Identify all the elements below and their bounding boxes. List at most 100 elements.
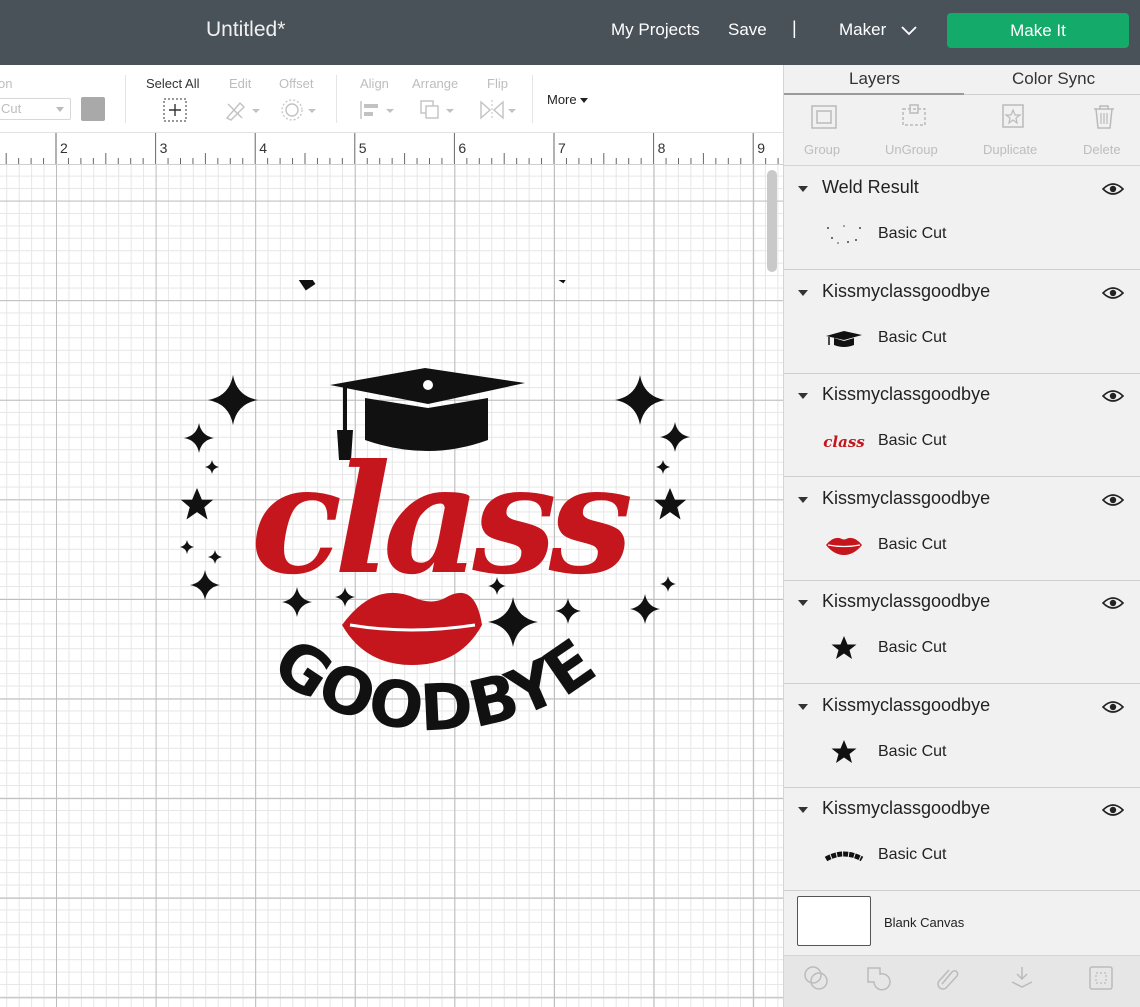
active-tab-indicator [784,93,964,95]
lips-icon [342,592,482,665]
duplicate-label: Duplicate [983,142,1038,157]
group-icon[interactable] [809,103,839,131]
kiss-my-class-goodbye-design[interactable]: KISS MY class GOODBYE [170,280,700,750]
horizontal-ruler: 2 3 4 5 6 7 8 9 [0,133,783,165]
layer-name[interactable]: Weld Result [822,177,919,198]
ruler-ticks: 2 3 4 5 6 7 8 9 [5,133,779,164]
canvas-scrollbar[interactable] [767,170,777,272]
make-it-button[interactable]: Make It [947,13,1129,48]
expand-caret-icon[interactable] [798,807,808,813]
layer-operation: Basic Cut [878,846,947,863]
align-icon[interactable] [358,98,396,122]
trash-icon[interactable] [1089,103,1119,131]
toolbar-divider [125,75,126,123]
class-script-text: class [251,432,631,608]
lips-thumb [820,529,868,561]
offset-label: Offset [279,76,314,91]
blank-canvas-label: Blank Canvas [884,915,965,930]
flatten-icon[interactable] [1008,964,1036,992]
flip-label: Flip [487,76,508,91]
operation-label: on [0,76,13,91]
layer-row[interactable]: Kissmyclassgoodbye Basic Cut [784,270,1140,374]
visibility-eye-icon[interactable] [1102,803,1124,817]
attach-icon[interactable] [934,964,962,992]
star-thumb [820,632,868,664]
my-projects-link[interactable]: My Projects [611,20,700,40]
group-label: Group [804,142,841,157]
layer-operation: Basic Cut [878,328,947,346]
visibility-eye-icon[interactable] [1102,493,1124,507]
flip-icon[interactable] [478,98,518,122]
chevron-down-icon[interactable] [899,22,919,38]
visibility-eye-icon[interactable] [1102,286,1124,300]
class-thumb: class [820,425,868,457]
offset-icon[interactable] [280,98,318,122]
visibility-eye-icon[interactable] [1102,700,1124,714]
layer-row[interactable]: Kissmyclassgoodbye Basic Cut [784,580,1140,684]
ruler-label: 3 [160,140,168,156]
ruler-label: 7 [558,140,566,156]
delete-label: Delete [1083,142,1121,157]
layers-panel: Layers Color Sync Group UnGroup Duplicat… [783,65,1140,1007]
align-label: Align [360,76,389,91]
visibility-eye-icon[interactable] [1102,596,1124,610]
toolbar-divider [336,75,337,123]
layer-operation: Basic Cut [878,432,947,449]
dropdown-arrow-icon [56,107,64,112]
edit-icon[interactable] [224,98,262,122]
expand-caret-icon[interactable] [798,600,808,606]
layer-name[interactable]: Kissmyclassgoodbye [822,488,990,509]
arrange-label: Arrange [412,76,459,91]
layer-name[interactable]: Kissmyclassgoodbye [822,591,990,612]
contour-icon[interactable] [1087,964,1115,992]
blank-canvas-swatch[interactable] [797,896,871,946]
top-arc-text: KISS MY [269,280,612,306]
panel-tabs: Layers Color Sync [784,65,1140,95]
expand-caret-icon[interactable] [798,496,808,503]
svg-text:class: class [823,433,865,451]
project-title[interactable]: Untitled* [206,18,285,42]
visibility-eye-icon[interactable] [1102,389,1124,403]
ruler-label: 8 [658,140,666,156]
machine-select[interactable]: Maker [839,20,886,40]
tab-color-sync[interactable]: Color Sync [1012,69,1095,89]
operation-select[interactable]: Cut [0,98,71,120]
ungroup-icon[interactable] [899,103,929,131]
expand-caret-icon[interactable] [798,289,808,296]
duplicate-icon[interactable] [999,103,1029,131]
layer-name[interactable]: Kissmyclassgoodbye [822,798,990,819]
slice-icon[interactable] [802,964,830,992]
more-button[interactable]: More [547,92,588,107]
header-separator: | [792,18,797,38]
layer-name[interactable]: Kissmyclassgoodbye [822,695,990,716]
layer-name[interactable]: Kissmyclassgoodbye [822,281,990,302]
kissmy-thumb [820,839,868,871]
layer-row[interactable]: Kissmyclassgoodbye Basic Cut [784,684,1140,788]
expand-caret-icon[interactable] [798,186,808,192]
expand-caret-icon[interactable] [798,703,808,710]
layer-row[interactable]: Kissmyclassgoodbye class Basic Cut [784,373,1140,477]
arrange-icon[interactable] [418,98,456,122]
layer-operation: Basic Cut [878,225,947,242]
ruler-label: 9 [757,140,765,156]
layer-operation: Basic Cut [878,742,947,760]
save-button[interactable]: Save [728,20,767,40]
ruler-label: 6 [458,140,466,156]
layer-actions-bar [784,955,1140,1007]
select-all-icon[interactable] [163,98,187,122]
top-bar: Untitled* My Projects Save | Maker Make … [0,0,1140,65]
tab-divider [964,94,1140,95]
toolbar-divider [532,75,533,123]
caret-down-icon [579,98,588,104]
layer-row[interactable]: Weld Result Basic Cut [784,166,1140,270]
layer-name[interactable]: Kissmyclassgoodbye [822,384,990,405]
expand-caret-icon[interactable] [798,393,808,399]
layer-row[interactable]: Kissmyclassgoodbye Basic Cut [784,477,1140,581]
layer-row[interactable]: Kissmyclassgoodbye Basic Cut [784,787,1140,891]
ruler-label: 5 [359,140,367,156]
star-thumb [820,736,868,768]
tab-layers[interactable]: Layers [849,69,900,89]
weld-icon[interactable] [864,964,892,992]
visibility-eye-icon[interactable] [1102,182,1124,196]
color-swatch[interactable] [81,97,105,121]
